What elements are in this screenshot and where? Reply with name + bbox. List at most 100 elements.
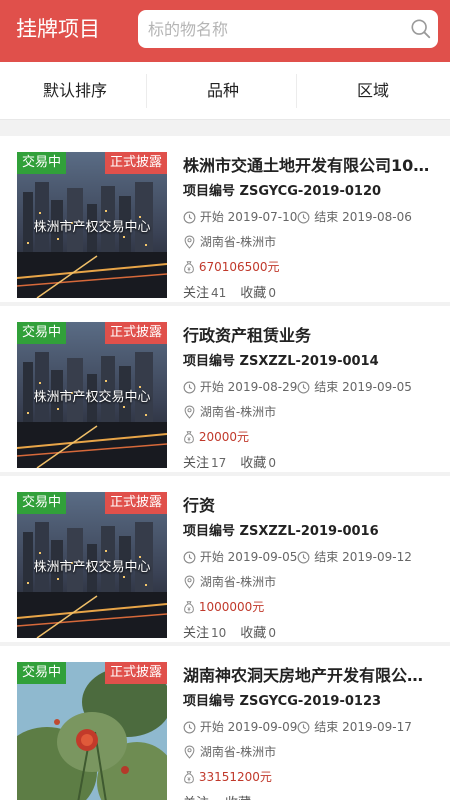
- project-card[interactable]: 交易中 正式披露 株洲市产权交易中心 行政资产租赁业务 项目编号 ZSXZZL-2019…: [0, 306, 450, 472]
- project-code: ZSGYCG-2019-0120: [239, 184, 382, 199]
- start-clock-icon: [183, 381, 196, 394]
- price-row: 33151200元: [183, 768, 272, 786]
- thumb-caption: 株洲市产权交易中心: [33, 560, 151, 575]
- project-title[interactable]: 湖南神农洞天房地产开发有限公司...: [183, 664, 433, 688]
- location-pin-icon: [184, 235, 195, 249]
- project-code-label: 项目编号: [183, 694, 236, 709]
- date-row: 开始 2019-09-05 结束 2019-09-12: [183, 548, 412, 566]
- end-label: 结束: [314, 550, 339, 564]
- end-date: 2019-08-06: [342, 210, 412, 224]
- project-thumbnail[interactable]: 交易中 正式披露 株洲市产权交易中心: [17, 322, 167, 468]
- project-code-row: 项目编号 ZSGYCG-2019-0123: [183, 692, 381, 712]
- project-code-row: 项目编号 ZSGYCG-2019-0120: [183, 182, 381, 202]
- project-card[interactable]: 交易中 正式披露 株洲市产权交易中心 行资 项目编号 ZSXZZL-2019-0016 …: [0, 476, 450, 642]
- money-bag-icon: [184, 771, 194, 784]
- search-input[interactable]: [148, 10, 398, 48]
- follow-label[interactable]: 关注: [183, 626, 209, 641]
- project-code: ZSXZZL-2019-0014: [239, 354, 379, 369]
- end-clock-icon: [297, 551, 310, 564]
- favorite-label[interactable]: 收藏: [240, 286, 266, 301]
- search-box[interactable]: [138, 10, 438, 48]
- start-label: 开始: [199, 550, 224, 564]
- favorite-label[interactable]: 收藏: [240, 626, 266, 641]
- location-text: 湖南省-株洲市: [199, 235, 277, 249]
- price-row: 670106500元: [183, 258, 280, 276]
- date-row: 开始 2019-07-10 结束 2019-08-06: [183, 208, 412, 226]
- start-date: 2019-09-09: [227, 720, 298, 734]
- location-pin-icon: [184, 405, 195, 419]
- money-bag-icon: [184, 261, 194, 274]
- project-thumbnail[interactable]: 交易中 正式披露株洲市产权交易中心: [17, 152, 167, 298]
- search-icon[interactable]: [410, 18, 432, 40]
- start-label: 开始: [199, 380, 224, 394]
- app-header: 挂牌项目: [0, 0, 450, 62]
- sort-default-filter[interactable]: 默认排序: [0, 62, 150, 120]
- status-badge: 交易中: [17, 492, 67, 514]
- disclosure-badge: 正式披露: [104, 492, 167, 514]
- end-clock-icon: [297, 211, 310, 224]
- favorite-label[interactable]: 收藏: [225, 796, 251, 800]
- project-thumbnail[interactable]: 交易中 正式披露株洲市产权交易中心: [17, 492, 167, 638]
- disclosure-badge: 正式披露: [104, 322, 167, 344]
- start-date: 2019-09-05: [227, 550, 298, 564]
- follow-label[interactable]: 关注: [183, 286, 209, 301]
- follow-count: 41: [211, 286, 227, 300]
- project-title[interactable]: 行政资产租赁业务: [183, 324, 433, 348]
- end-label: 结束: [314, 380, 339, 394]
- location-row: 湖南省-株洲市: [183, 573, 276, 591]
- location-text: 湖南省-株洲市: [199, 745, 277, 759]
- project-code-label: 项目编号: [183, 184, 236, 199]
- end-date: 2019-09-17: [342, 720, 412, 734]
- stats-row: 关注 10 收藏 0: [183, 624, 276, 643]
- thumb-caption: 株洲市产权交易中心: [33, 220, 151, 235]
- region-filter[interactable]: 区域: [298, 62, 448, 120]
- project-card[interactable]: 交易中 正式披露 湖南神农洞天房地产开发有限公司... 项目编号 ZSGYCG-201…: [0, 646, 450, 800]
- location-pin-icon: [184, 745, 195, 759]
- status-badge: 交易中: [17, 152, 67, 174]
- start-date: 2019-07-10: [227, 210, 298, 224]
- project-title[interactable]: 行资: [183, 494, 433, 518]
- status-badge: 交易中: [17, 662, 67, 684]
- thumb-caption: 株洲市产权交易中心: [33, 390, 151, 405]
- favorite-label[interactable]: 收藏: [240, 456, 266, 471]
- price-text: 1000000元: [198, 600, 265, 614]
- end-label: 结束: [314, 720, 339, 734]
- page-title: 挂牌项目: [16, 17, 100, 41]
- filter-bar: 默认排序 品种 区域: [0, 62, 450, 120]
- start-clock-icon: [183, 721, 196, 734]
- follow-label[interactable]: 关注: [183, 796, 209, 800]
- price-text: 20000元: [198, 430, 250, 444]
- start-clock-icon: [183, 211, 196, 224]
- end-date: 2019-09-12: [342, 550, 412, 564]
- project-code: ZSGYCG-2019-0123: [239, 694, 382, 709]
- project-code-row: 项目编号 ZSXZZL-2019-0016: [183, 522, 379, 542]
- start-date: 2019-08-29: [227, 380, 298, 394]
- price-row: 20000元: [183, 428, 249, 446]
- follow-count: 10: [211, 626, 227, 640]
- project-card[interactable]: 交易中 正式披露株洲市产权交易中心 株洲市交通土地开发有限公司100... 项目编号 …: [0, 136, 450, 302]
- follow-label[interactable]: 关注: [183, 456, 209, 471]
- stats-row: 关注 41 收藏 0: [183, 284, 276, 303]
- date-row: 开始 2019-08-29 结束 2019-09-05: [183, 378, 412, 396]
- category-filter[interactable]: 品种: [148, 62, 298, 120]
- end-clock-icon: [297, 381, 310, 394]
- price-text: 33151200元: [198, 770, 272, 784]
- project-code-label: 项目编号: [183, 354, 236, 369]
- location-row: 湖南省-株洲市: [183, 403, 276, 421]
- location-text: 湖南省-株洲市: [199, 575, 277, 589]
- start-clock-icon: [183, 551, 196, 564]
- project-thumbnail[interactable]: 交易中 正式披露: [17, 662, 167, 800]
- filter-divider: [146, 74, 147, 108]
- stats-row: 关注 收藏: [183, 794, 253, 800]
- filter-divider: [296, 74, 297, 108]
- price-text: 670106500元: [198, 260, 280, 274]
- start-label: 开始: [199, 210, 224, 224]
- project-code-row: 项目编号 ZSXZZL-2019-0014: [183, 352, 379, 372]
- price-row: 1000000元: [183, 598, 264, 616]
- project-title[interactable]: 株洲市交通土地开发有限公司100...: [183, 154, 433, 178]
- location-row: 湖南省-株洲市: [183, 233, 276, 251]
- disclosure-badge: 正式披露: [104, 152, 167, 174]
- project-code-label: 项目编号: [183, 524, 236, 539]
- end-date: 2019-09-05: [342, 380, 412, 394]
- end-clock-icon: [297, 721, 310, 734]
